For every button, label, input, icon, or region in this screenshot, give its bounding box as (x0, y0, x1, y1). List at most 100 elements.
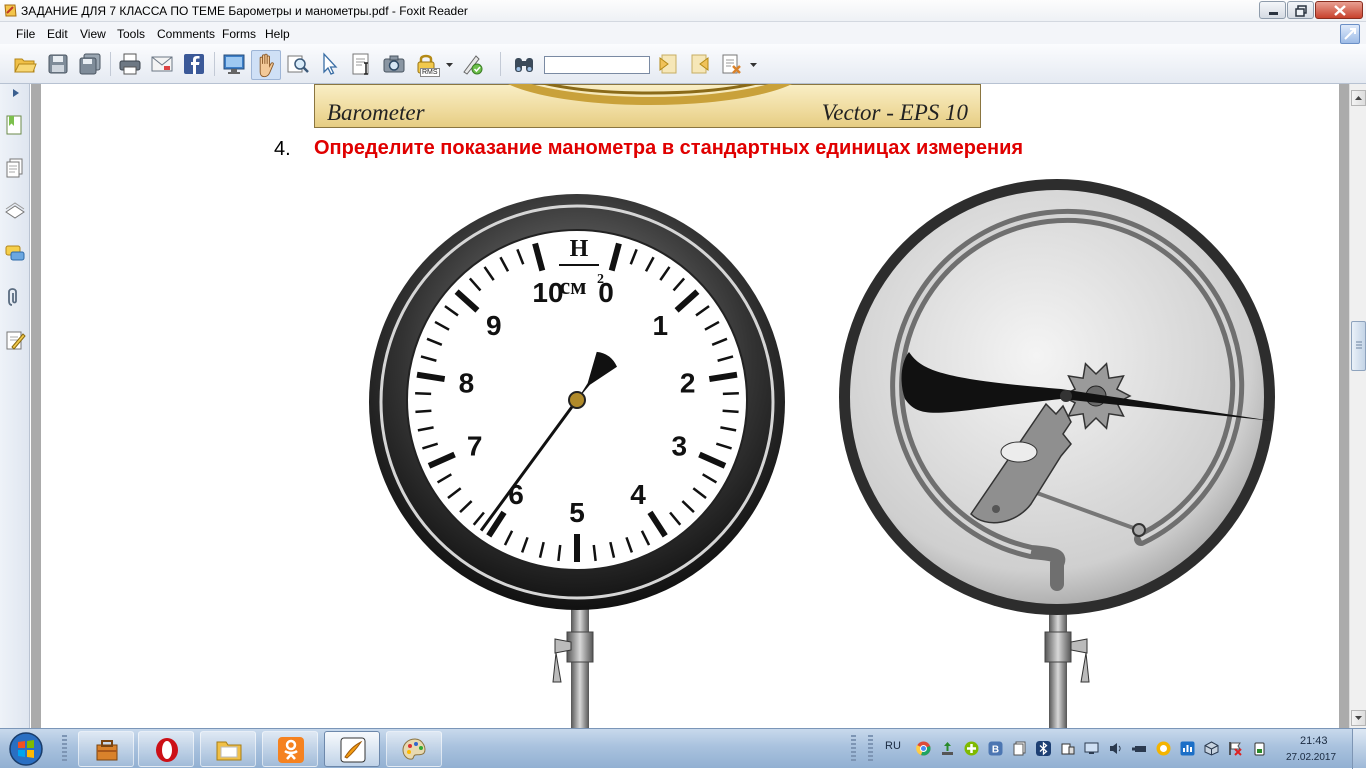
start-button[interactable] (4, 731, 48, 767)
unit-denominator: см (560, 274, 587, 300)
sector-gear-pivot (992, 505, 1000, 513)
tray-wifi-icon[interactable] (1180, 741, 1195, 756)
snapshot-icon[interactable] (382, 52, 406, 76)
tray-bluetooth-icon[interactable] (1036, 741, 1051, 756)
minor-tick (722, 391, 739, 396)
tray-plus-icon[interactable] (964, 741, 979, 756)
tray-documents-icon[interactable] (1012, 741, 1027, 756)
signatures-icon[interactable] (4, 329, 26, 351)
find-options-icon[interactable] (720, 52, 744, 76)
window-title: ЗАДАНИЕ ДЛЯ 7 КЛАССА ПО ТЕМЕ Барометры и… (21, 4, 468, 18)
minimize-icon (1269, 12, 1278, 15)
hand-tool-button[interactable] (251, 50, 281, 80)
taskbar-app-paint[interactable] (386, 731, 442, 767)
rms-label: RMS (420, 68, 440, 77)
taskbar-app-odnoklassniki[interactable] (262, 731, 318, 767)
facebook-icon[interactable] (182, 52, 206, 76)
menu-bar: File Edit View Tools Comments Forms Help (0, 22, 1366, 44)
folder-icon (216, 741, 242, 761)
minor-tick (415, 409, 432, 414)
scroll-down-button[interactable] (1351, 710, 1366, 726)
rms-button[interactable]: RMS (414, 52, 440, 78)
foxit-app-icon[interactable] (3, 3, 18, 18)
bookmarks-icon[interactable] (4, 114, 26, 136)
find-binoculars-icon[interactable] (512, 52, 536, 76)
menu-forms[interactable]: Forms (222, 27, 256, 41)
expand-pane-icon[interactable] (12, 88, 20, 98)
taskbar-app-opera[interactable] (138, 731, 194, 767)
text-select-icon[interactable] (350, 52, 374, 76)
dial-label-7: 7 (467, 431, 483, 462)
menu-help[interactable]: Help (265, 27, 290, 41)
scroll-up-button[interactable] (1351, 90, 1366, 106)
clock-time[interactable]: 21:43 (1300, 735, 1328, 747)
tray-chrome-icon[interactable] (916, 741, 931, 756)
minor-tick (722, 409, 739, 414)
menu-tools[interactable]: Tools (117, 27, 145, 41)
open-icon[interactable] (13, 52, 37, 76)
fullscreen-icon[interactable] (222, 52, 246, 76)
tray-update-icon[interactable] (940, 741, 955, 756)
tray-grip[interactable] (868, 735, 873, 763)
find-options-dropdown-icon[interactable] (750, 63, 757, 68)
scroll-thumb[interactable] (1351, 321, 1366, 371)
tray-network-icon[interactable] (1084, 741, 1099, 756)
restore-button[interactable] (1287, 1, 1314, 19)
windows-orb-icon (9, 732, 43, 766)
close-icon (1334, 5, 1346, 16)
dial-label-8: 8 (459, 367, 475, 398)
tray-grip[interactable] (851, 735, 856, 763)
layers-icon[interactable] (4, 200, 26, 222)
find-next-icon[interactable] (688, 52, 712, 76)
print-icon[interactable] (118, 52, 142, 76)
svg-text:B: B (992, 745, 999, 756)
dial-label-1: 1 (652, 310, 668, 341)
pdf-page: Barometer Vector - EPS 10 4. Определите … (41, 84, 1339, 728)
navigation-pane (0, 84, 30, 728)
find-input[interactable] (544, 56, 650, 74)
pages-icon[interactable] (4, 157, 26, 179)
document-area[interactable]: Barometer Vector - EPS 10 4. Определите … (31, 84, 1349, 728)
tray-power-icon[interactable] (1252, 741, 1267, 756)
tray-device-icon[interactable] (1060, 741, 1075, 756)
attachments-icon[interactable] (4, 286, 26, 308)
menu-edit[interactable]: Edit (47, 27, 68, 41)
tray-volume-icon[interactable] (1108, 741, 1123, 756)
scroll-up-icon (1355, 96, 1362, 100)
tray-package-icon[interactable] (1204, 741, 1219, 756)
zoom-tool-icon[interactable] (286, 52, 310, 76)
tray-b-icon[interactable]: B (988, 741, 1003, 756)
save-icon[interactable] (46, 52, 70, 76)
taskbar-app-tools[interactable] (78, 731, 134, 767)
odnoklassniki-icon (278, 737, 304, 763)
minimize-button[interactable] (1259, 1, 1286, 19)
dial-label-3: 3 (672, 431, 688, 462)
menu-file[interactable]: File (16, 27, 35, 41)
scroll-grip-icon (1356, 341, 1362, 349)
comments-icon[interactable] (4, 243, 26, 265)
taskbar-app-explorer[interactable] (200, 731, 256, 767)
save-all-icon[interactable] (78, 52, 102, 76)
taskbar-app-foxit-reader[interactable] (324, 731, 380, 767)
manometer-illustration: 012345678910 Н см 2 (369, 179, 1275, 728)
close-button[interactable] (1315, 1, 1363, 19)
sign-icon[interactable] (460, 52, 484, 76)
taskbar-grip[interactable] (62, 735, 67, 763)
toolbar-separator (500, 52, 501, 76)
opera-icon (156, 738, 178, 762)
email-icon[interactable] (150, 52, 174, 76)
menu-comments[interactable]: Comments (157, 27, 215, 41)
tray-usb-icon[interactable] (1132, 741, 1147, 756)
rms-dropdown-arrow-icon[interactable] (446, 63, 453, 68)
select-tool-icon[interactable] (318, 52, 342, 76)
show-desktop-button[interactable] (1352, 729, 1366, 769)
tray-flag-icon[interactable] (1228, 741, 1243, 756)
language-indicator[interactable]: RU (885, 740, 901, 752)
vertical-scrollbar[interactable] (1349, 84, 1366, 728)
menu-view[interactable]: View (80, 27, 106, 41)
expand-window-button[interactable] (1340, 24, 1360, 44)
find-prev-icon[interactable] (656, 52, 680, 76)
clock-date[interactable]: 27.02.2017 (1286, 752, 1336, 763)
unit-exponent: 2 (597, 272, 604, 287)
tray-security-icon[interactable] (1156, 741, 1171, 756)
